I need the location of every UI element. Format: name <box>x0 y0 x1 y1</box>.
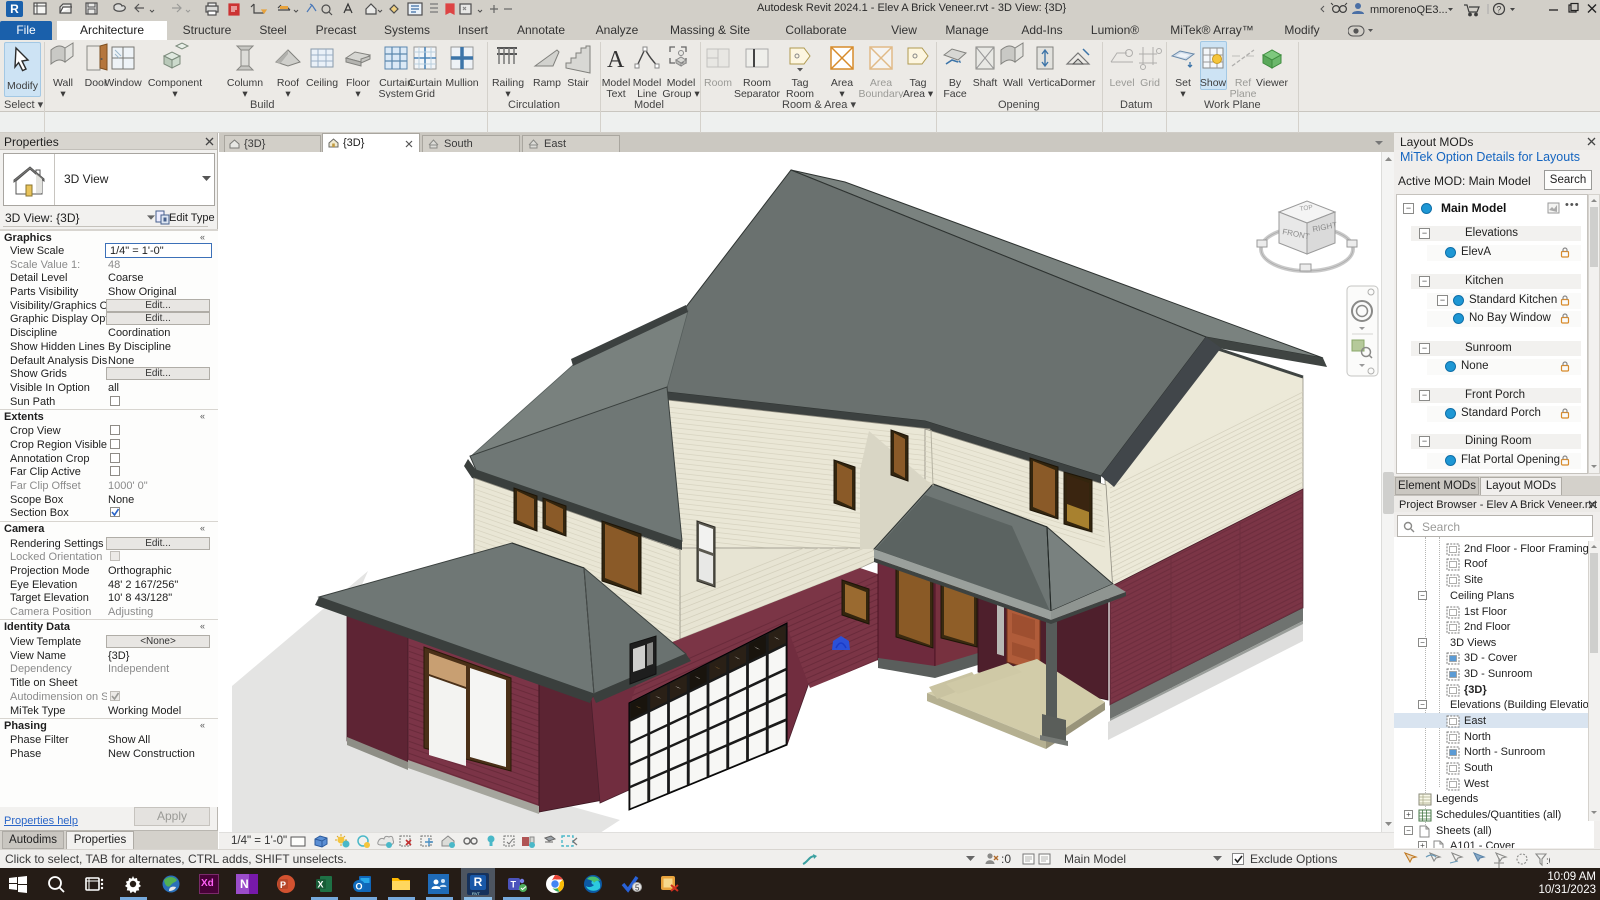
svg-text:X: X <box>318 880 324 890</box>
svg-text:5: 5 <box>635 884 640 893</box>
svg-text:mmorenoQE3...: mmorenoQE3... <box>1370 4 1448 16</box>
svg-text:O: O <box>356 882 363 892</box>
svg-text:P: P <box>280 880 286 890</box>
svg-text:?: ? <box>1496 5 1501 15</box>
svg-text::0: :0 <box>1546 856 1550 867</box>
svg-text:T: T <box>511 880 517 890</box>
